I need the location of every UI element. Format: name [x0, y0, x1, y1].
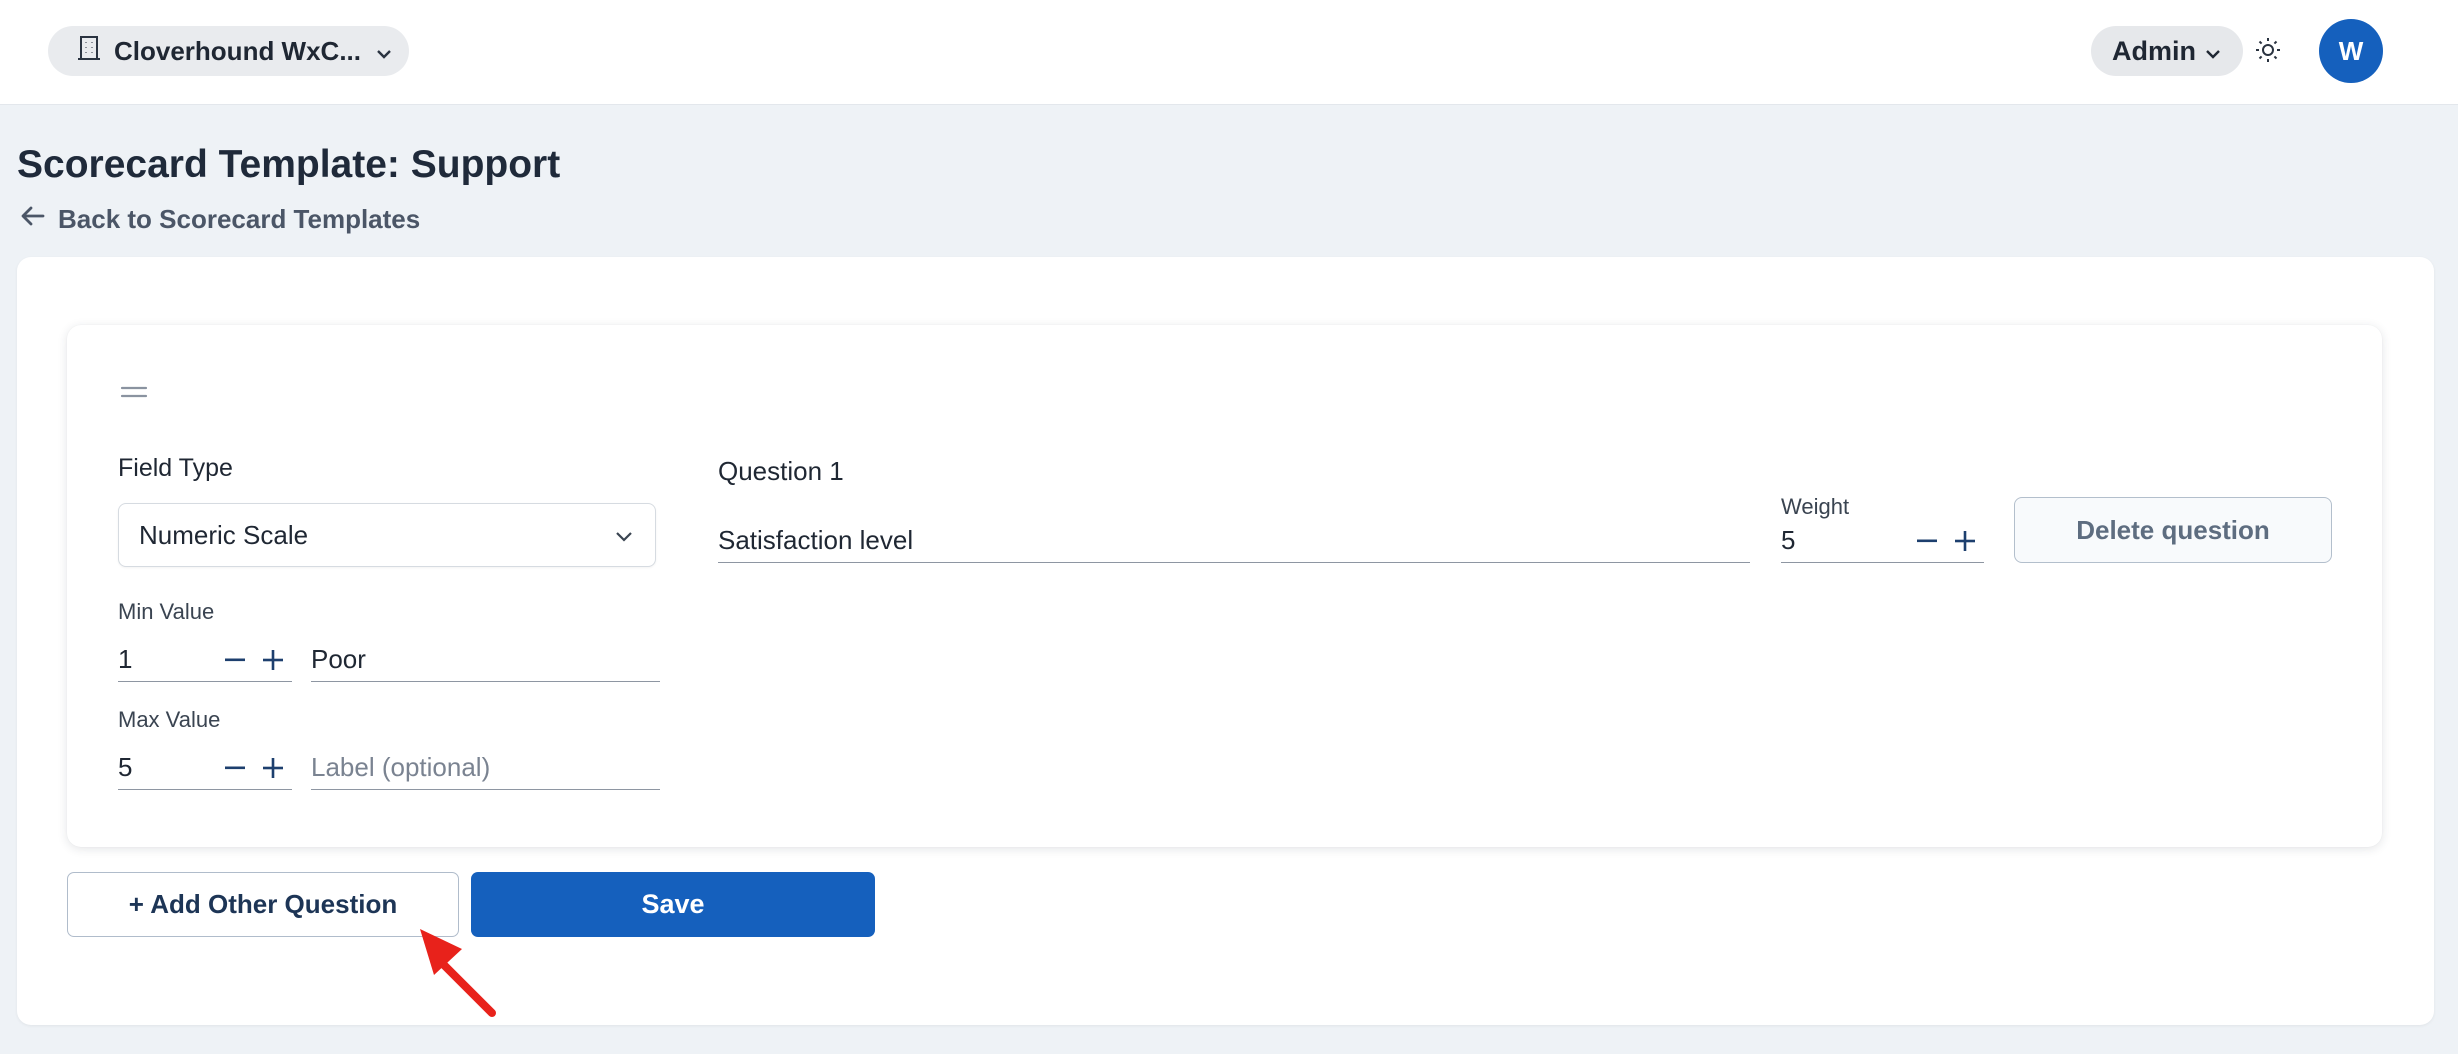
arrow-left-icon [20, 204, 46, 235]
weight-stepper[interactable]: 5 [1781, 519, 1984, 563]
minus-icon[interactable] [1908, 521, 1946, 561]
back-link-label: Back to Scorecard Templates [58, 203, 421, 234]
chevron-down-icon [375, 36, 393, 67]
save-button[interactable]: Save [471, 872, 875, 937]
chevron-down-icon [2204, 36, 2222, 67]
weight-label: Weight [1781, 494, 1850, 519]
role-label: Admin [2112, 35, 2196, 66]
add-question-button[interactable]: + Add Other Question [67, 872, 459, 937]
min-value-input[interactable]: 1 [118, 644, 216, 675]
plus-icon[interactable] [254, 748, 292, 788]
plus-icon[interactable] [1946, 521, 1984, 561]
org-selector[interactable]: Cloverhound WxC... [48, 26, 409, 76]
weight-input[interactable]: 5 [1781, 525, 1908, 556]
question-text-input[interactable]: Satisfaction level [718, 519, 1750, 563]
max-value-input[interactable]: 5 [118, 752, 216, 783]
chevron-down-icon [613, 520, 635, 551]
min-value-label: Min Value [118, 599, 215, 624]
theme-toggle-button[interactable] [2252, 36, 2284, 68]
minus-icon[interactable] [216, 748, 254, 788]
min-value-stepper[interactable]: 1 [118, 638, 292, 682]
page-title: Scorecard Template: Support [17, 143, 561, 186]
avatar[interactable]: W [2319, 19, 2383, 83]
field-type-value: Numeric Scale [139, 519, 309, 550]
max-label-input[interactable]: Label (optional) [311, 746, 660, 790]
drag-handle-icon[interactable] [120, 380, 148, 404]
back-link[interactable]: Back to Scorecard Templates [20, 203, 420, 235]
role-selector[interactable]: Admin [2091, 26, 2243, 76]
field-type-label: Field Type [118, 454, 233, 482]
question-number-label: Question 1 [718, 456, 844, 486]
max-value-stepper[interactable]: 5 [118, 746, 292, 790]
org-name: Cloverhound WxC... [114, 35, 361, 66]
delete-question-button[interactable]: Delete question [2014, 497, 2332, 563]
sun-icon [2254, 36, 2282, 69]
field-type-select[interactable]: Numeric Scale [118, 503, 656, 567]
minus-icon[interactable] [216, 640, 254, 680]
max-value-label: Max Value [118, 707, 221, 732]
plus-icon[interactable] [254, 640, 292, 680]
top-bar: Cloverhound WxC... Admin W [0, 0, 2458, 105]
building-icon [78, 35, 100, 68]
min-label-input[interactable]: Poor [311, 638, 660, 682]
